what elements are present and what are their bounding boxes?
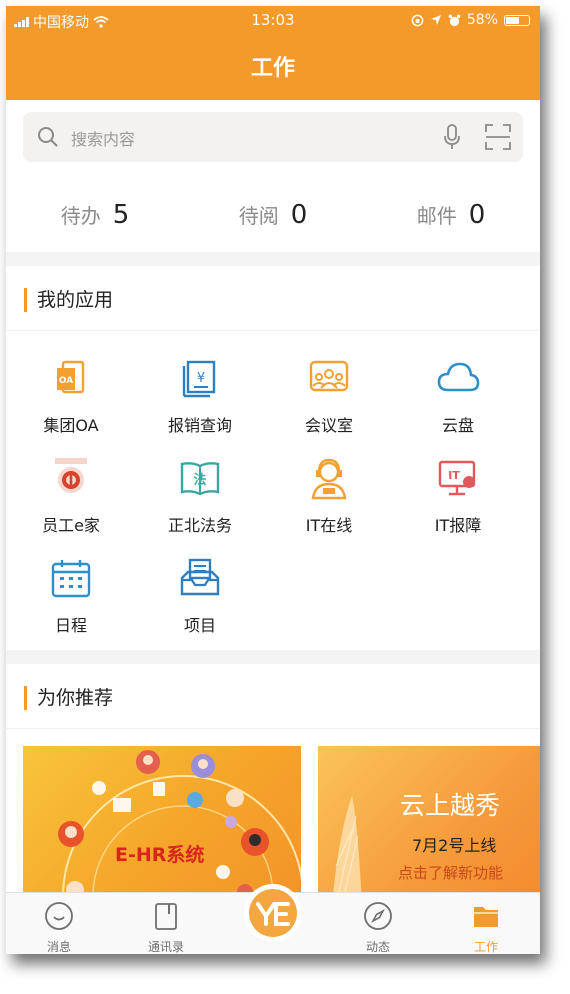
inbox-icon (180, 558, 220, 596)
location-icon (430, 15, 441, 25)
status-bar: 中国移动 13:03 58% (6, 6, 540, 34)
alarm-icon (448, 14, 461, 26)
tab-feed[interactable]: 动态 (338, 901, 418, 954)
ehr-illustration (58, 750, 301, 906)
orientation-lock-icon (411, 14, 424, 26)
search-input[interactable]: 搜索内容 (71, 126, 135, 150)
counter-todo[interactable]: 待办 5 (6, 200, 184, 230)
message-icon (45, 902, 73, 930)
svg-text:¥: ¥ (197, 371, 205, 386)
counters: 待办 5 待阅 0 邮件 0 (6, 200, 540, 230)
tower-illustration (332, 796, 362, 906)
emblem-icon (55, 458, 87, 493)
receipt-icon: ¥ (182, 360, 216, 398)
section-title-recommend: 为你推荐 (24, 686, 113, 710)
section-title-my-apps: 我的应用 (24, 288, 113, 312)
law-book-icon: 法 (180, 462, 220, 496)
oa-icon: OA (57, 360, 85, 394)
banner-date: 7月2号上线 (412, 836, 497, 855)
microphone-icon[interactable] (443, 124, 461, 150)
svg-text:IT: IT (448, 469, 460, 482)
app-it-online[interactable]: IT在线 (264, 456, 394, 536)
divider (6, 728, 540, 729)
app-logo-icon (249, 889, 297, 937)
battery-icon (504, 14, 530, 26)
app-meeting-room[interactable]: 会议室 (264, 356, 394, 436)
tab-work[interactable]: 工作 (446, 901, 526, 954)
contacts-icon (155, 903, 177, 930)
svg-text:OA: OA (59, 376, 73, 386)
search-icon (38, 127, 58, 147)
center-home-button[interactable] (244, 884, 302, 942)
search-section: 搜索内容 待办 5 待阅 0 邮件 0 (6, 100, 540, 252)
meeting-room-icon (309, 360, 349, 392)
app-it-report[interactable]: IT IT报障 (393, 456, 523, 536)
phone-screen: 中国移动 13:03 58% 工作 搜索内容 待办 5 待阅 0 邮件 0 我的… (6, 6, 540, 954)
folder-icon (474, 907, 498, 927)
app-employee-home[interactable]: 员工e家 (6, 456, 136, 536)
header: 中国移动 13:03 58% 工作 (6, 6, 540, 100)
app-group-oa[interactable]: OA 集团OA (6, 356, 136, 436)
search-bar[interactable]: 搜索内容 (23, 112, 523, 162)
app-legal-affairs[interactable]: 法 正北法务 (135, 456, 265, 536)
compass-icon (364, 902, 392, 930)
page-title: 工作 (250, 56, 295, 81)
my-apps-section: 我的应用 OA 集团OA ¥ 报销查询 会议室 云盘 员工e家 法 正北法务 I (6, 266, 540, 650)
scan-icon[interactable] (485, 124, 511, 150)
battery-percent: 58% (466, 12, 498, 28)
app-expense-query[interactable]: ¥ 报销查询 (135, 356, 265, 436)
recommend-section: 为你推荐 E-HR系统 云上越秀 7月2号上线 点击了解新功能 (6, 664, 540, 906)
svg-text:法: 法 (193, 472, 206, 488)
banner-title: 云上越秀 (400, 791, 501, 820)
app-schedule[interactable]: 日程 (6, 556, 136, 636)
app-project[interactable]: 项目 (135, 556, 265, 636)
banner-subtitle: 点击了解新功能 (398, 864, 504, 882)
tab-contacts[interactable]: 通讯录 (126, 901, 206, 954)
ehr-banner-text: E-HR系统 (115, 844, 205, 866)
divider (6, 330, 540, 331)
counter-to-read[interactable]: 待阅 0 (184, 200, 362, 230)
tab-messages[interactable]: 消息 (19, 901, 99, 954)
calendar-icon (51, 560, 91, 598)
support-agent-icon (311, 458, 347, 500)
app-cloud-disk[interactable]: 云盘 (393, 356, 523, 436)
banner-yuexiu-cloud[interactable]: 云上越秀 7月2号上线 点击了解新功能 (318, 746, 540, 906)
banner-ehr[interactable]: E-HR系统 (23, 746, 301, 906)
cloud-icon (437, 362, 480, 392)
it-monitor-icon: IT (438, 460, 476, 496)
counter-mail[interactable]: 邮件 0 (362, 200, 540, 230)
